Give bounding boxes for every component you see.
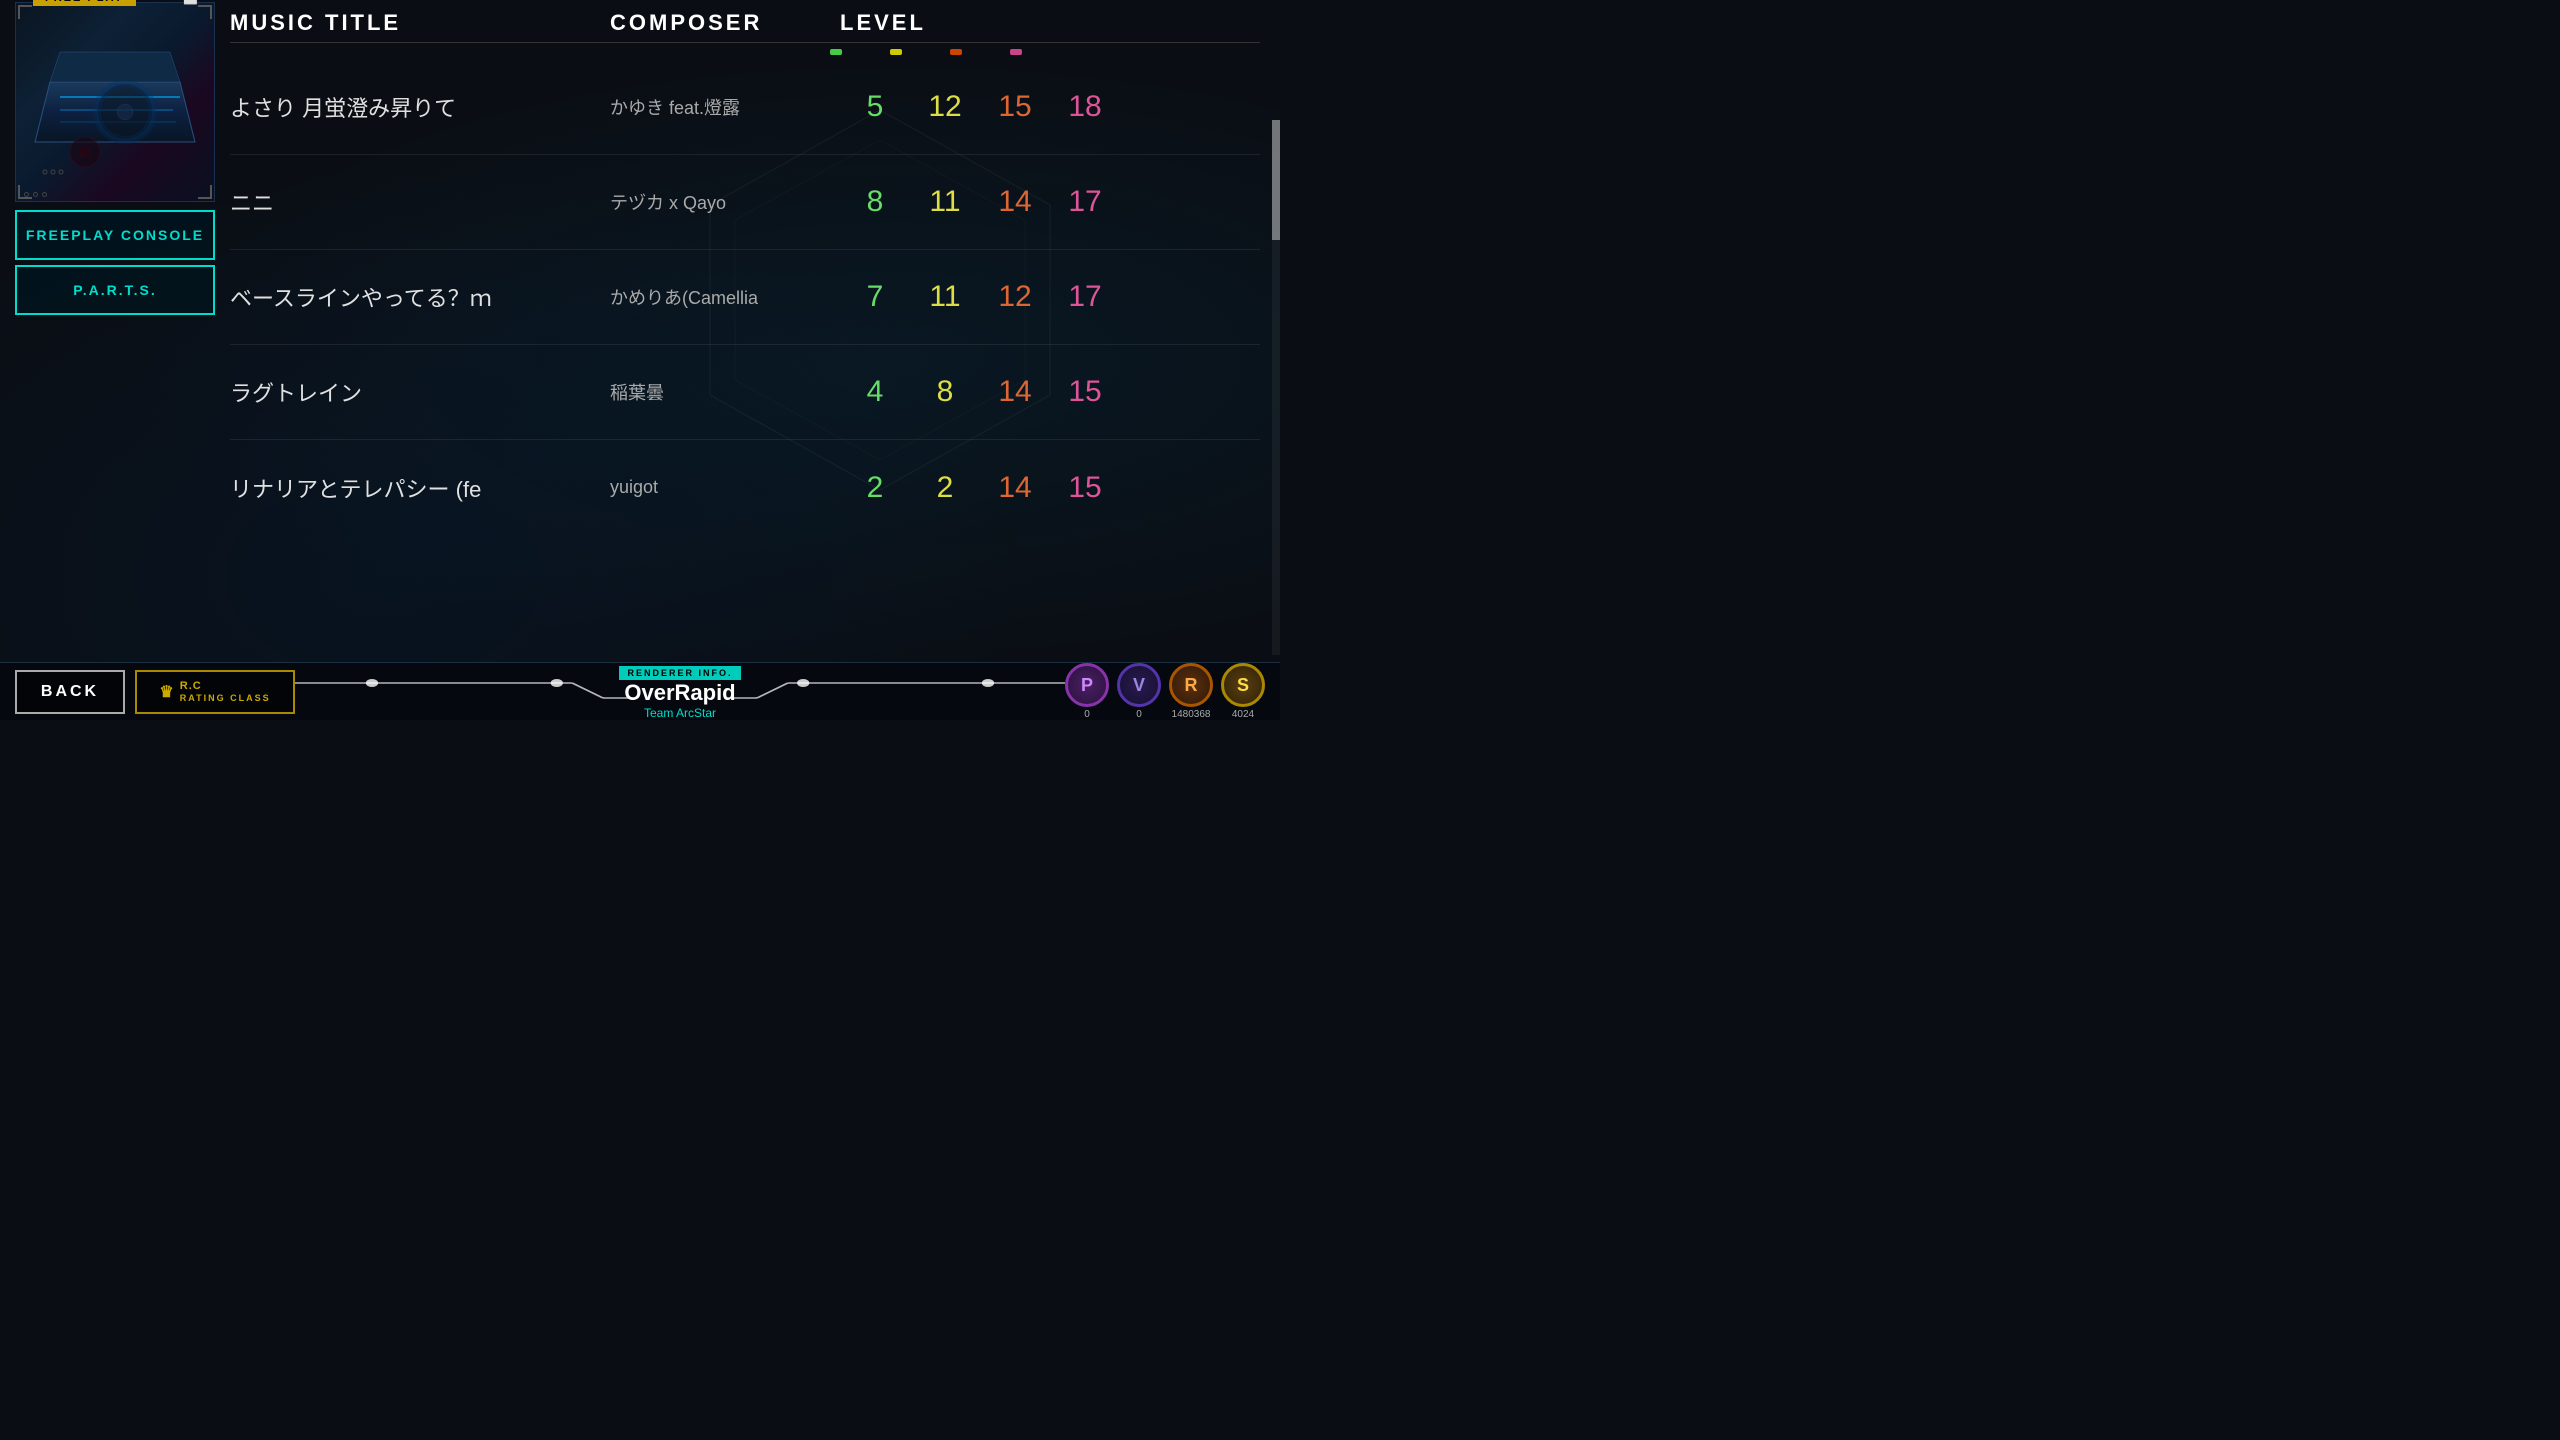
level-expert-dot <box>1010 49 1022 55</box>
song-composer: 稲葉曇 <box>610 379 840 405</box>
level-normal: 12 <box>910 90 980 124</box>
badge-r-icon: R <box>1169 663 1213 707</box>
song-composer: かゆき feat.燈露 <box>610 94 840 120</box>
badge-r: R 1480368 <box>1169 663 1213 720</box>
song-title: ベースラインやってる？ｍ <box>230 281 610 313</box>
left-panel: FREE PLAY ⬜ <box>15 10 220 315</box>
badge-v-icon: V <box>1117 663 1161 707</box>
level-easy-dot <box>830 49 842 55</box>
center-connector: RENDERER INFO. OverRapid Team ArcStar <box>295 663 1065 719</box>
renderer-name: OverRapid <box>619 681 740 705</box>
album-art <box>15 2 215 202</box>
level-hard: 14 <box>980 375 1050 409</box>
song-title: よさり 月蛍澄み昇りて <box>230 91 610 123</box>
music-list: よさり 月蛍澄み昇りて かゆき feat.燈露 5 12 15 18 ニニ テヅ… <box>230 60 1260 535</box>
renderer-info: RENDERER INFO. OverRapid Team ArcStar <box>619 663 740 719</box>
level-hard-dot <box>950 49 962 55</box>
level-expert: 15 <box>1050 375 1120 409</box>
level-normal-dot <box>890 49 902 55</box>
score-badges: P 0 V 0 R 1480368 S 4024 <box>1065 663 1265 720</box>
bottom-bar: BACK ♛ R.CRATING CLASS RENDERER INFO. Ov… <box>0 662 1280 720</box>
badge-v: V 0 <box>1117 663 1161 720</box>
level-easy: 2 <box>840 471 910 505</box>
badge-s-score: 4024 <box>1232 709 1254 720</box>
parts-button[interactable]: P.A.R.T.S. <box>15 265 215 315</box>
song-levels: 5 12 15 18 <box>840 90 1260 124</box>
level-normal: 2 <box>910 471 980 505</box>
left-buttons: FREEPLAY CONSOLE P.A.R.T.S. <box>15 210 220 315</box>
rating-class-sublabel: RATING CLASS <box>180 693 271 703</box>
corner-dots: ⬜ <box>141 0 198 5</box>
badge-v-score: 0 <box>1136 709 1142 720</box>
level-easy: 8 <box>840 185 910 219</box>
free-play-badge: FREE PLAY <box>33 0 136 6</box>
song-title: リナリアとテレパシー (fe <box>230 472 610 504</box>
song-title: ラグトレイン <box>230 376 610 408</box>
scrollbar[interactable] <box>1272 120 1280 655</box>
level-easy: 4 <box>840 375 910 409</box>
music-list-panel: MUSIC TITLE COMPOSER LEVEL よさり 月蛍澄み昇りて か… <box>230 10 1260 660</box>
table-row[interactable]: ニニ テヅカ x Qayo 8 11 14 17 <box>230 155 1260 250</box>
badge-p: P 0 <box>1065 663 1109 720</box>
song-levels: 8 11 14 17 <box>840 185 1260 219</box>
song-title: ニニ <box>230 186 610 218</box>
level-expert: 17 <box>1050 280 1120 314</box>
rating-class-text: R.CRATING CLASS <box>180 680 271 704</box>
level-expert: 15 <box>1050 471 1120 505</box>
level-hard: 15 <box>980 90 1050 124</box>
renderer-team: Team ArcStar <box>619 706 740 720</box>
table-row[interactable]: ベースラインやってる？ｍ かめりあ(Camellia 7 11 12 17 <box>230 250 1260 345</box>
level-expert: 18 <box>1050 90 1120 124</box>
song-composer: テヅカ x Qayo <box>610 189 840 215</box>
level-color-indicators <box>230 49 1260 55</box>
scrollbar-thumb[interactable] <box>1272 120 1280 240</box>
badge-r-score: 1480368 <box>1172 709 1211 720</box>
column-headers: MUSIC TITLE COMPOSER LEVEL <box>230 10 1260 43</box>
level-header: LEVEL <box>840 10 1260 36</box>
song-composer: かめりあ(Camellia <box>610 284 840 310</box>
level-easy: 5 <box>840 90 910 124</box>
level-hard: 14 <box>980 185 1050 219</box>
table-row[interactable]: リナリアとテレパシー (fe yuigot 2 2 14 15 <box>230 440 1260 535</box>
song-levels: 2 2 14 15 <box>840 471 1260 505</box>
song-levels: 7 11 12 17 <box>840 280 1260 314</box>
table-row[interactable]: よさり 月蛍澄み昇りて かゆき feat.燈露 5 12 15 18 <box>230 60 1260 155</box>
level-normal: 8 <box>910 375 980 409</box>
level-normal: 11 <box>910 280 980 314</box>
music-title-header: MUSIC TITLE <box>230 10 610 36</box>
badge-s: S 4024 <box>1221 663 1265 720</box>
composer-header: COMPOSER <box>610 10 840 36</box>
level-easy: 7 <box>840 280 910 314</box>
badge-s-icon: S <box>1221 663 1265 707</box>
rating-class-button[interactable]: ♛ R.CRATING CLASS <box>135 670 295 714</box>
freeplay-console-button[interactable]: FREEPLAY CONSOLE <box>15 210 215 260</box>
level-hard: 14 <box>980 471 1050 505</box>
level-hard: 12 <box>980 280 1050 314</box>
level-normal: 11 <box>910 185 980 219</box>
badge-p-icon: P <box>1065 663 1109 707</box>
song-composer: yuigot <box>610 477 840 498</box>
badge-p-score: 0 <box>1084 709 1090 720</box>
table-row[interactable]: ラグトレイン 稲葉曇 4 8 14 15 <box>230 345 1260 440</box>
renderer-info-label: RENDERER INFO. <box>619 666 740 680</box>
rating-crown-icon: ♛ <box>159 682 173 702</box>
back-button[interactable]: BACK <box>15 670 125 714</box>
song-levels: 4 8 14 15 <box>840 375 1260 409</box>
level-expert: 17 <box>1050 185 1120 219</box>
